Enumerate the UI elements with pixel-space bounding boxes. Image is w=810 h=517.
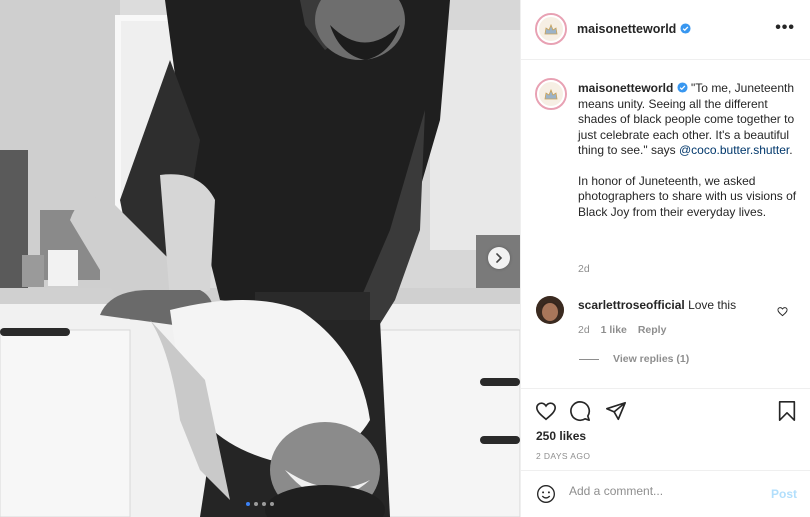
carousel-indicator [0, 502, 520, 506]
author-avatar[interactable] [535, 13, 567, 45]
chevron-right-icon [496, 253, 503, 263]
likes-count[interactable]: 250 likes [536, 429, 586, 443]
add-comment-input[interactable] [569, 484, 759, 498]
verified-badge-icon [680, 23, 691, 34]
comment-reply-button[interactable]: Reply [638, 324, 667, 336]
carousel-dot [262, 502, 266, 506]
save-bookmark-icon[interactable] [777, 400, 797, 422]
view-replies-label: View replies (1) [613, 353, 690, 365]
instagram-post-view: maisonetteworld ••• maisonetteworld "To … [0, 0, 810, 517]
caption-paragraph: maisonetteworld "To me, Juneteenth means… [578, 81, 798, 159]
comment-username[interactable]: scarlettroseofficial [578, 298, 685, 312]
commenter-avatar[interactable] [536, 296, 564, 324]
photo-scene [0, 0, 520, 517]
post-comment-button[interactable]: Post [771, 487, 797, 501]
add-comment-bar: Post [521, 470, 810, 517]
comment-meta: 2d 1 like Reply [578, 324, 674, 336]
more-options-button[interactable]: ••• [775, 19, 795, 37]
verified-badge-icon [677, 82, 688, 93]
post-header: maisonetteworld ••• [521, 0, 810, 60]
emoji-smiley-icon[interactable] [536, 484, 556, 504]
comment-like-heart-icon[interactable] [777, 306, 788, 317]
post-caption: maisonetteworld "To me, Juneteenth means… [578, 81, 798, 220]
post-side-panel: maisonetteworld ••• maisonetteworld "To … [520, 0, 810, 517]
brand-logo-icon [544, 88, 558, 100]
view-replies-button[interactable]: View replies (1) [579, 353, 689, 365]
post-date: 2 DAYS AGO [536, 451, 591, 461]
comments-section: maisonetteworld "To me, Juneteenth means… [521, 61, 810, 388]
more-horizontal-icon: ••• [775, 19, 795, 36]
comment-body: scarlettroseofficial Love this [578, 298, 773, 312]
author-username[interactable]: maisonetteworld [577, 22, 676, 36]
caption-timestamp[interactable]: 2d [578, 263, 590, 275]
commenter-photo [536, 296, 564, 324]
like-heart-icon[interactable] [535, 400, 557, 422]
carousel-next-button[interactable] [488, 247, 510, 269]
post-actions: 250 likes 2 DAYS AGO [521, 388, 810, 470]
brand-logo-icon [544, 23, 558, 35]
carousel-dot [270, 502, 274, 506]
carousel-dot [246, 502, 250, 506]
header-user: maisonetteworld [577, 22, 691, 36]
post-photo[interactable] [0, 0, 520, 517]
replies-divider [579, 358, 599, 360]
caption-avatar[interactable] [535, 78, 567, 110]
caption-username[interactable]: maisonetteworld [578, 81, 673, 95]
comment-text: Love this [688, 298, 737, 312]
caption-mention-link[interactable]: @coco.butter.shutter [679, 143, 789, 157]
comment-bubble-icon[interactable] [569, 400, 591, 422]
carousel-dot [254, 502, 258, 506]
caption-text-end: . [789, 143, 793, 157]
comment-like-count[interactable]: 1 like [601, 324, 627, 336]
caption-paragraph-2: In honor of Juneteenth, we asked photogr… [578, 173, 797, 219]
share-send-icon[interactable] [605, 400, 627, 422]
comment-time: 2d [578, 324, 590, 336]
